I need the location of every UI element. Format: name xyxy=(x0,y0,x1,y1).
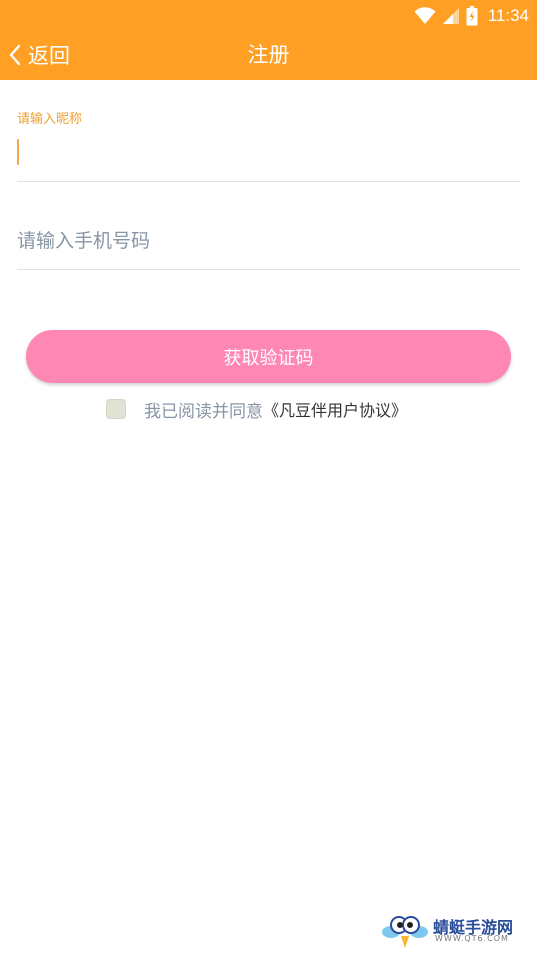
dragonfly-logo-icon xyxy=(382,916,428,948)
agree-text: 我已阅读并同意 xyxy=(144,401,263,422)
status-bar: 11:34 xyxy=(0,0,537,32)
page-title: 注册 xyxy=(247,43,290,67)
agree-checkbox[interactable] xyxy=(106,399,126,419)
wifi-icon xyxy=(414,7,436,24)
watermark: 蜻蜓手游网 WWW.QT6.COM xyxy=(381,912,527,950)
nav-bar: 返回 注册 xyxy=(0,32,537,80)
agreement-row: 我已阅读并同意 《凡豆伴用户协议》 xyxy=(106,394,407,424)
chevron-left-icon xyxy=(9,44,21,66)
phone-divider xyxy=(17,269,520,270)
battery-icon xyxy=(466,6,478,26)
nickname-input[interactable] xyxy=(17,136,525,170)
agreement-link[interactable]: 《凡豆伴用户协议》 xyxy=(263,397,407,421)
phone-input[interactable] xyxy=(17,224,517,258)
text-cursor xyxy=(17,139,19,165)
get-code-button[interactable]: 获取验证码 xyxy=(26,330,511,383)
status-time: 11:34 xyxy=(487,6,529,25)
app-header: 11:34 返回 注册 xyxy=(0,0,537,80)
status-icons: 11:34 xyxy=(414,5,529,27)
nickname-divider xyxy=(17,181,520,182)
nickname-label: 请输入昵称 xyxy=(17,112,83,127)
watermark-url: WWW.QT6.COM xyxy=(435,934,509,943)
back-button[interactable]: 返回 xyxy=(8,32,70,78)
back-label: 返回 xyxy=(28,44,70,68)
signal-icon xyxy=(442,8,459,24)
